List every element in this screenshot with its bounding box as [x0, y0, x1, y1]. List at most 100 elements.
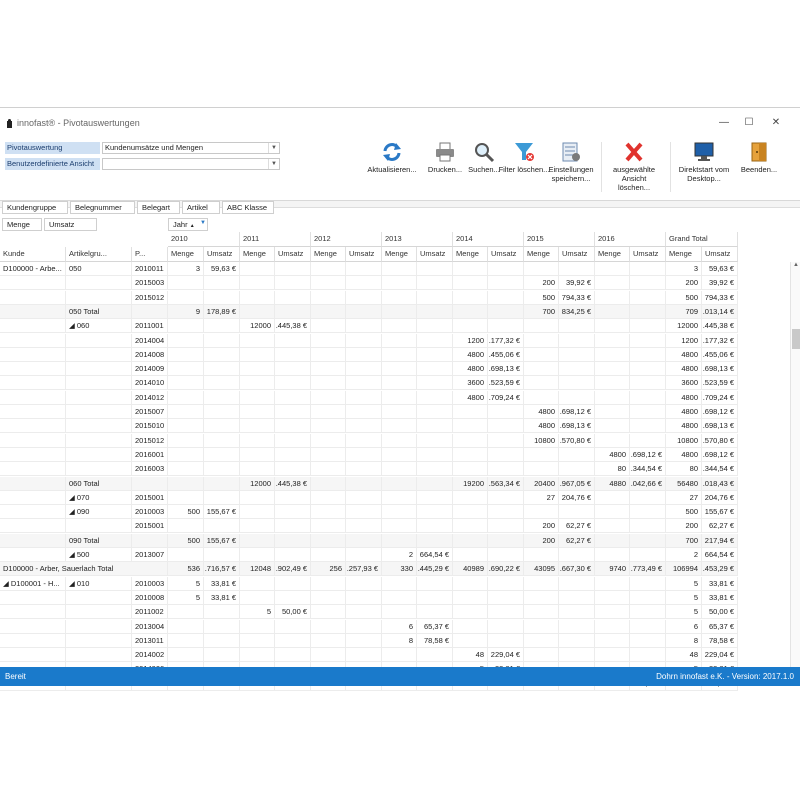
umsatz-cell: .698,13 € — [559, 419, 595, 433]
measure-header[interactable]: Menge — [168, 247, 204, 262]
close-button[interactable]: ✕ — [766, 116, 786, 130]
scroll-up-icon[interactable]: ▲ — [793, 262, 799, 268]
umsatz-cell — [346, 634, 382, 648]
umsatz-cell — [630, 648, 666, 662]
column-field-jahr[interactable]: Jahr ▲ ▼ — [168, 218, 208, 231]
menge-cell — [524, 319, 559, 333]
row-artikelgruppe-cell[interactable]: 060 Total — [66, 477, 132, 491]
umsatz-cell — [488, 548, 524, 562]
maximize-button[interactable]: ☐ — [739, 116, 759, 130]
menge-cell — [595, 605, 630, 619]
measure-header[interactable]: Umsatz — [702, 247, 738, 262]
umsatz-cell — [630, 605, 666, 619]
filter-field-belegart[interactable]: Belegart — [137, 201, 180, 214]
row-artikelgruppe-cell[interactable]: ◢ 500 — [66, 548, 132, 562]
menge-cell — [168, 477, 204, 491]
chevron-down-icon[interactable]: ▼ — [268, 143, 279, 153]
menge-cell — [311, 605, 346, 619]
row-artikelgruppe-cell — [66, 462, 132, 476]
desktop-start-button[interactable]: Direktstart vom Desktop... — [676, 141, 732, 191]
row-artikelgruppe-cell[interactable]: ◢ 010 — [66, 577, 132, 591]
year-header[interactable]: 2011 — [240, 232, 311, 247]
row-kunde-cell[interactable]: D100000 - Arbe... — [0, 262, 66, 276]
menge-cell — [595, 334, 630, 348]
row-kunde-cell — [0, 648, 66, 662]
menge-cell: 6 — [382, 620, 417, 634]
year-header[interactable]: 2013 — [382, 232, 453, 247]
chevron-down-icon[interactable]: ▼ — [268, 159, 279, 169]
menge-cell — [524, 462, 559, 476]
row-field-header[interactable]: P... — [132, 247, 168, 262]
measure-header[interactable]: Menge — [240, 247, 275, 262]
menge-cell — [595, 376, 630, 390]
measure-header[interactable]: Umsatz — [346, 247, 382, 262]
measure-header[interactable]: Menge — [595, 247, 630, 262]
measure-header[interactable]: Umsatz — [417, 247, 453, 262]
filter-field-artikel[interactable]: Artikel — [182, 201, 220, 214]
measure-header[interactable]: Menge — [382, 247, 417, 262]
row-period-cell: 2015012 — [132, 291, 168, 305]
row-artikelgruppe-cell[interactable]: ◢ 070 — [66, 491, 132, 505]
measure-header[interactable]: Menge — [524, 247, 559, 262]
data-field-umsatz[interactable]: Umsatz — [44, 218, 97, 231]
row-kunde-cell[interactable]: ◢ D100001 - H... — [0, 577, 66, 591]
umsatz-cell: 229,04 € — [702, 648, 738, 662]
menge-cell — [595, 519, 630, 533]
menge-cell: 200 — [666, 276, 702, 290]
umsatz-cell — [417, 305, 453, 319]
filter-field-belegnummer[interactable]: Belegnummer — [70, 201, 135, 214]
row-period-cell: 2015007 — [132, 405, 168, 419]
custom-view-select[interactable]: ▼ — [102, 158, 280, 170]
row-artikelgruppe-cell[interactable]: ◢ 060 — [66, 319, 132, 333]
menge-cell — [382, 648, 417, 662]
row-field-header[interactable]: Kunde — [0, 247, 66, 262]
save-settings-button[interactable]: Einstellungen speichern... — [543, 141, 599, 191]
refresh-button[interactable]: Aktualisieren... — [364, 141, 420, 191]
measure-header[interactable]: Umsatz — [488, 247, 524, 262]
filter-field-abc-klasse[interactable]: ABC Klasse — [222, 201, 274, 214]
vertical-scrollbar[interactable]: ▲ — [790, 262, 800, 667]
umsatz-cell — [346, 419, 382, 433]
measure-header[interactable]: Umsatz — [204, 247, 240, 262]
umsatz-cell: 65,37 € — [417, 620, 453, 634]
row-artikelgruppe-cell[interactable]: 050 Total — [66, 305, 132, 319]
menge-cell — [524, 648, 559, 662]
exit-button[interactable]: Beenden... — [731, 141, 787, 191]
umsatz-cell: .716,57 € — [204, 562, 240, 576]
menge-cell: 48 — [453, 648, 488, 662]
year-header[interactable]: 2014 — [453, 232, 524, 247]
umsatz-cell — [204, 620, 240, 634]
filter-field-kundengruppe[interactable]: Kundengruppe — [2, 201, 68, 214]
measure-header[interactable]: Menge — [311, 247, 346, 262]
measure-header[interactable]: Umsatz — [559, 247, 595, 262]
measure-header[interactable]: Umsatz — [275, 247, 311, 262]
row-artikelgruppe-cell[interactable]: 090 Total — [66, 534, 132, 548]
umsatz-cell — [559, 548, 595, 562]
umsatz-cell — [630, 348, 666, 362]
row-period-cell: 2013011 — [132, 634, 168, 648]
row-kunde-cell — [0, 548, 66, 562]
year-header[interactable]: 2010 — [168, 232, 240, 247]
filter-icon[interactable]: ▼ — [200, 218, 206, 229]
year-header[interactable]: 2016 — [595, 232, 666, 247]
measure-header[interactable]: Menge — [453, 247, 488, 262]
menge-cell: 5 — [666, 605, 702, 619]
grand-total-header[interactable]: Grand Total — [666, 232, 738, 247]
minimize-button[interactable]: — — [714, 116, 734, 130]
row-artikelgruppe-cell[interactable]: ◢ 090 — [66, 505, 132, 519]
year-header[interactable]: 2015 — [524, 232, 595, 247]
data-field-menge[interactable]: Menge — [2, 218, 42, 231]
measure-header[interactable]: Umsatz — [630, 247, 666, 262]
menge-cell: 4800 — [666, 448, 702, 462]
year-header[interactable]: 2012 — [311, 232, 382, 247]
delete-view-button[interactable]: ausgewählte Ansicht löschen... — [606, 141, 662, 192]
menge-cell: 709 — [666, 305, 702, 319]
row-artikelgruppe-cell[interactable]: 050 — [66, 262, 132, 276]
scrollbar-thumb[interactable] — [792, 329, 800, 349]
menge-cell: 4800 — [595, 448, 630, 462]
pivot-select[interactable]: Kundenumsätze und Mengen ▼ — [102, 142, 280, 154]
row-period-cell: 2014004 — [132, 334, 168, 348]
measure-header[interactable]: Menge — [666, 247, 702, 262]
row-field-header[interactable]: Artikelgru... — [66, 247, 132, 262]
umsatz-cell — [559, 591, 595, 605]
